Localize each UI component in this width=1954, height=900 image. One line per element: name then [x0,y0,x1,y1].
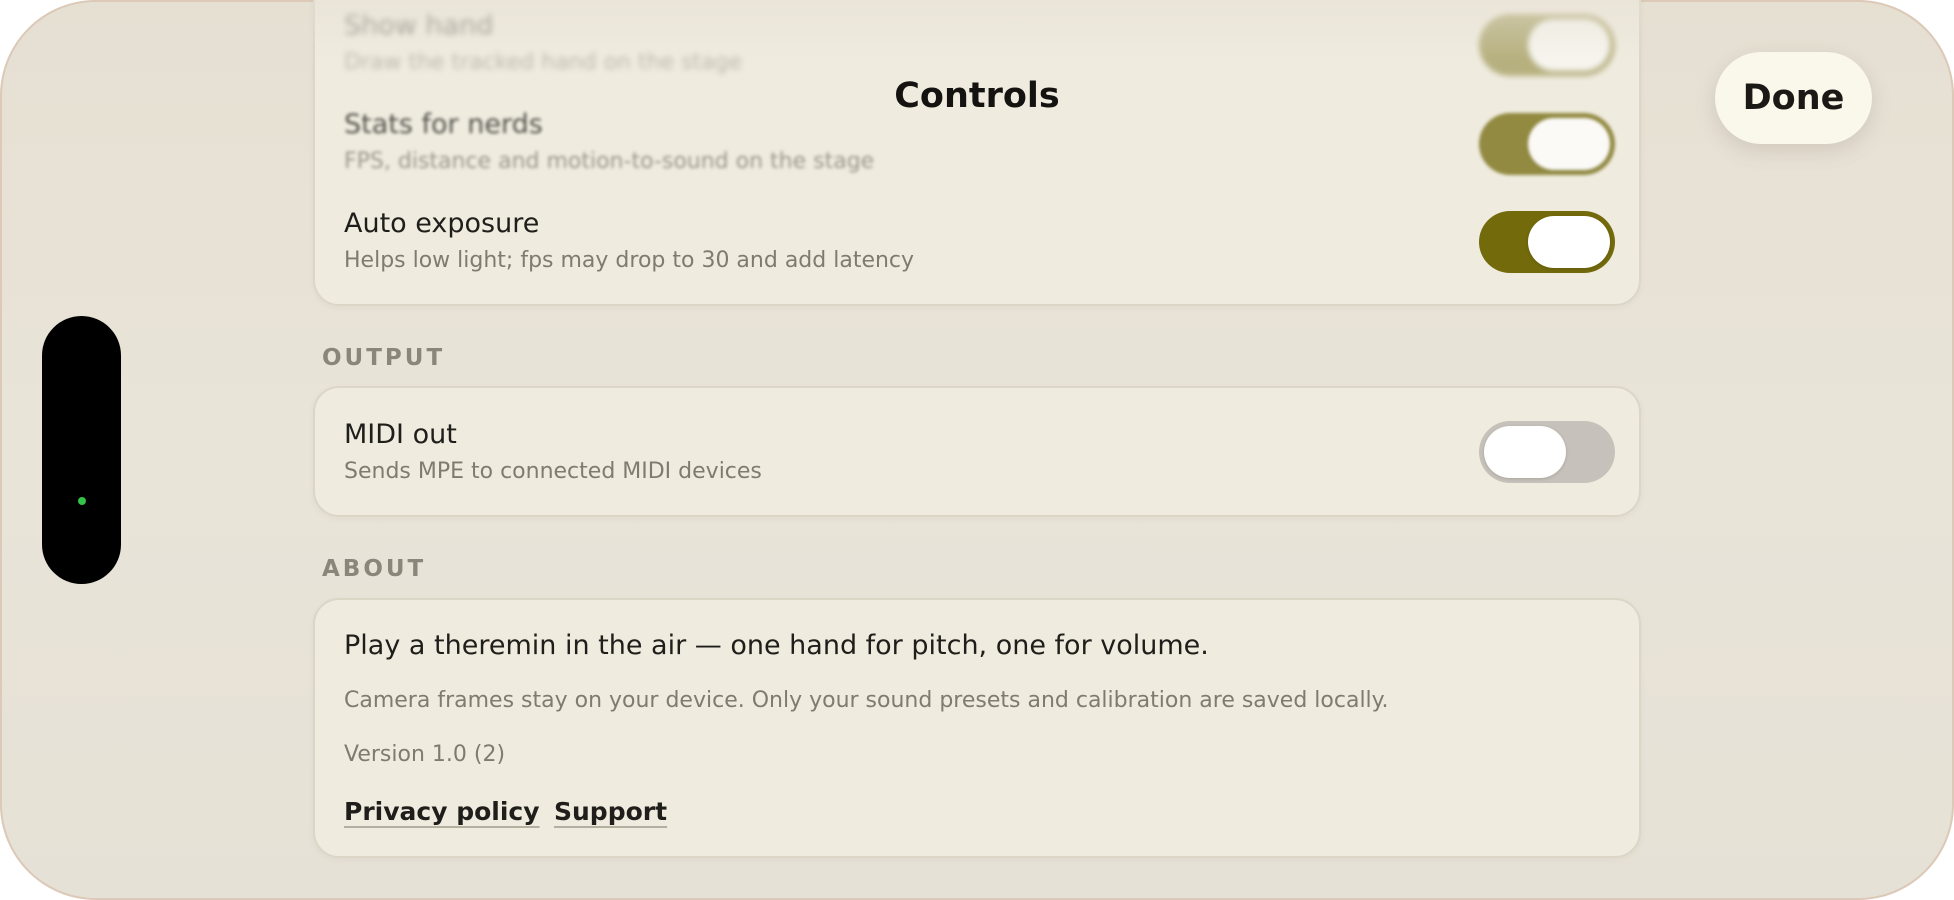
output-card: MIDI out Sends MPE to connected MIDI dev… [313,386,1641,517]
show-hand-toggle[interactable] [1479,14,1615,76]
auto-exposure-title: Auto exposure [344,208,540,239]
stats-for-nerds-subtitle: FPS, distance and motion-to-sound on the… [344,149,875,174]
stats-for-nerds-toggle[interactable] [1479,113,1615,175]
toggle-knob [1484,426,1566,478]
about-section-label: ABOUT [322,556,427,582]
settings-scroll-view[interactable]: Show hand Draw the tracked hand on the s… [0,0,1954,900]
device-frame: Show hand Draw the tracked hand on the s… [0,0,1954,900]
auto-exposure-toggle[interactable] [1479,211,1615,273]
privacy-policy-link[interactable]: Privacy policy [344,797,540,826]
about-card: Play a theremin in the air — one hand fo… [313,598,1641,858]
version-label: Version 1.0 (2) [344,742,506,767]
midi-out-title: MIDI out [344,419,457,450]
auto-exposure-subtitle: Helps low light; fps may drop to 30 and … [344,248,915,273]
toggle-knob [1528,19,1610,71]
display-options-card: Show hand Draw the tracked hand on the s… [313,0,1641,306]
midi-out-toggle[interactable] [1479,421,1615,483]
stats-for-nerds-title: Stats for nerds [344,109,543,140]
about-description: Play a theremin in the air — one hand fo… [344,630,1209,661]
done-button[interactable]: Done [1715,52,1872,144]
toggle-knob [1528,216,1610,268]
show-hand-title: Show hand [344,10,494,41]
privacy-note: Camera frames stay on your device. Only … [344,688,1389,713]
midi-out-subtitle: Sends MPE to connected MIDI devices [344,459,762,484]
support-link[interactable]: Support [554,797,667,826]
output-section-label: OUTPUT [322,345,446,371]
show-hand-subtitle: Draw the tracked hand on the stage [344,50,743,75]
toggle-knob [1528,118,1610,170]
